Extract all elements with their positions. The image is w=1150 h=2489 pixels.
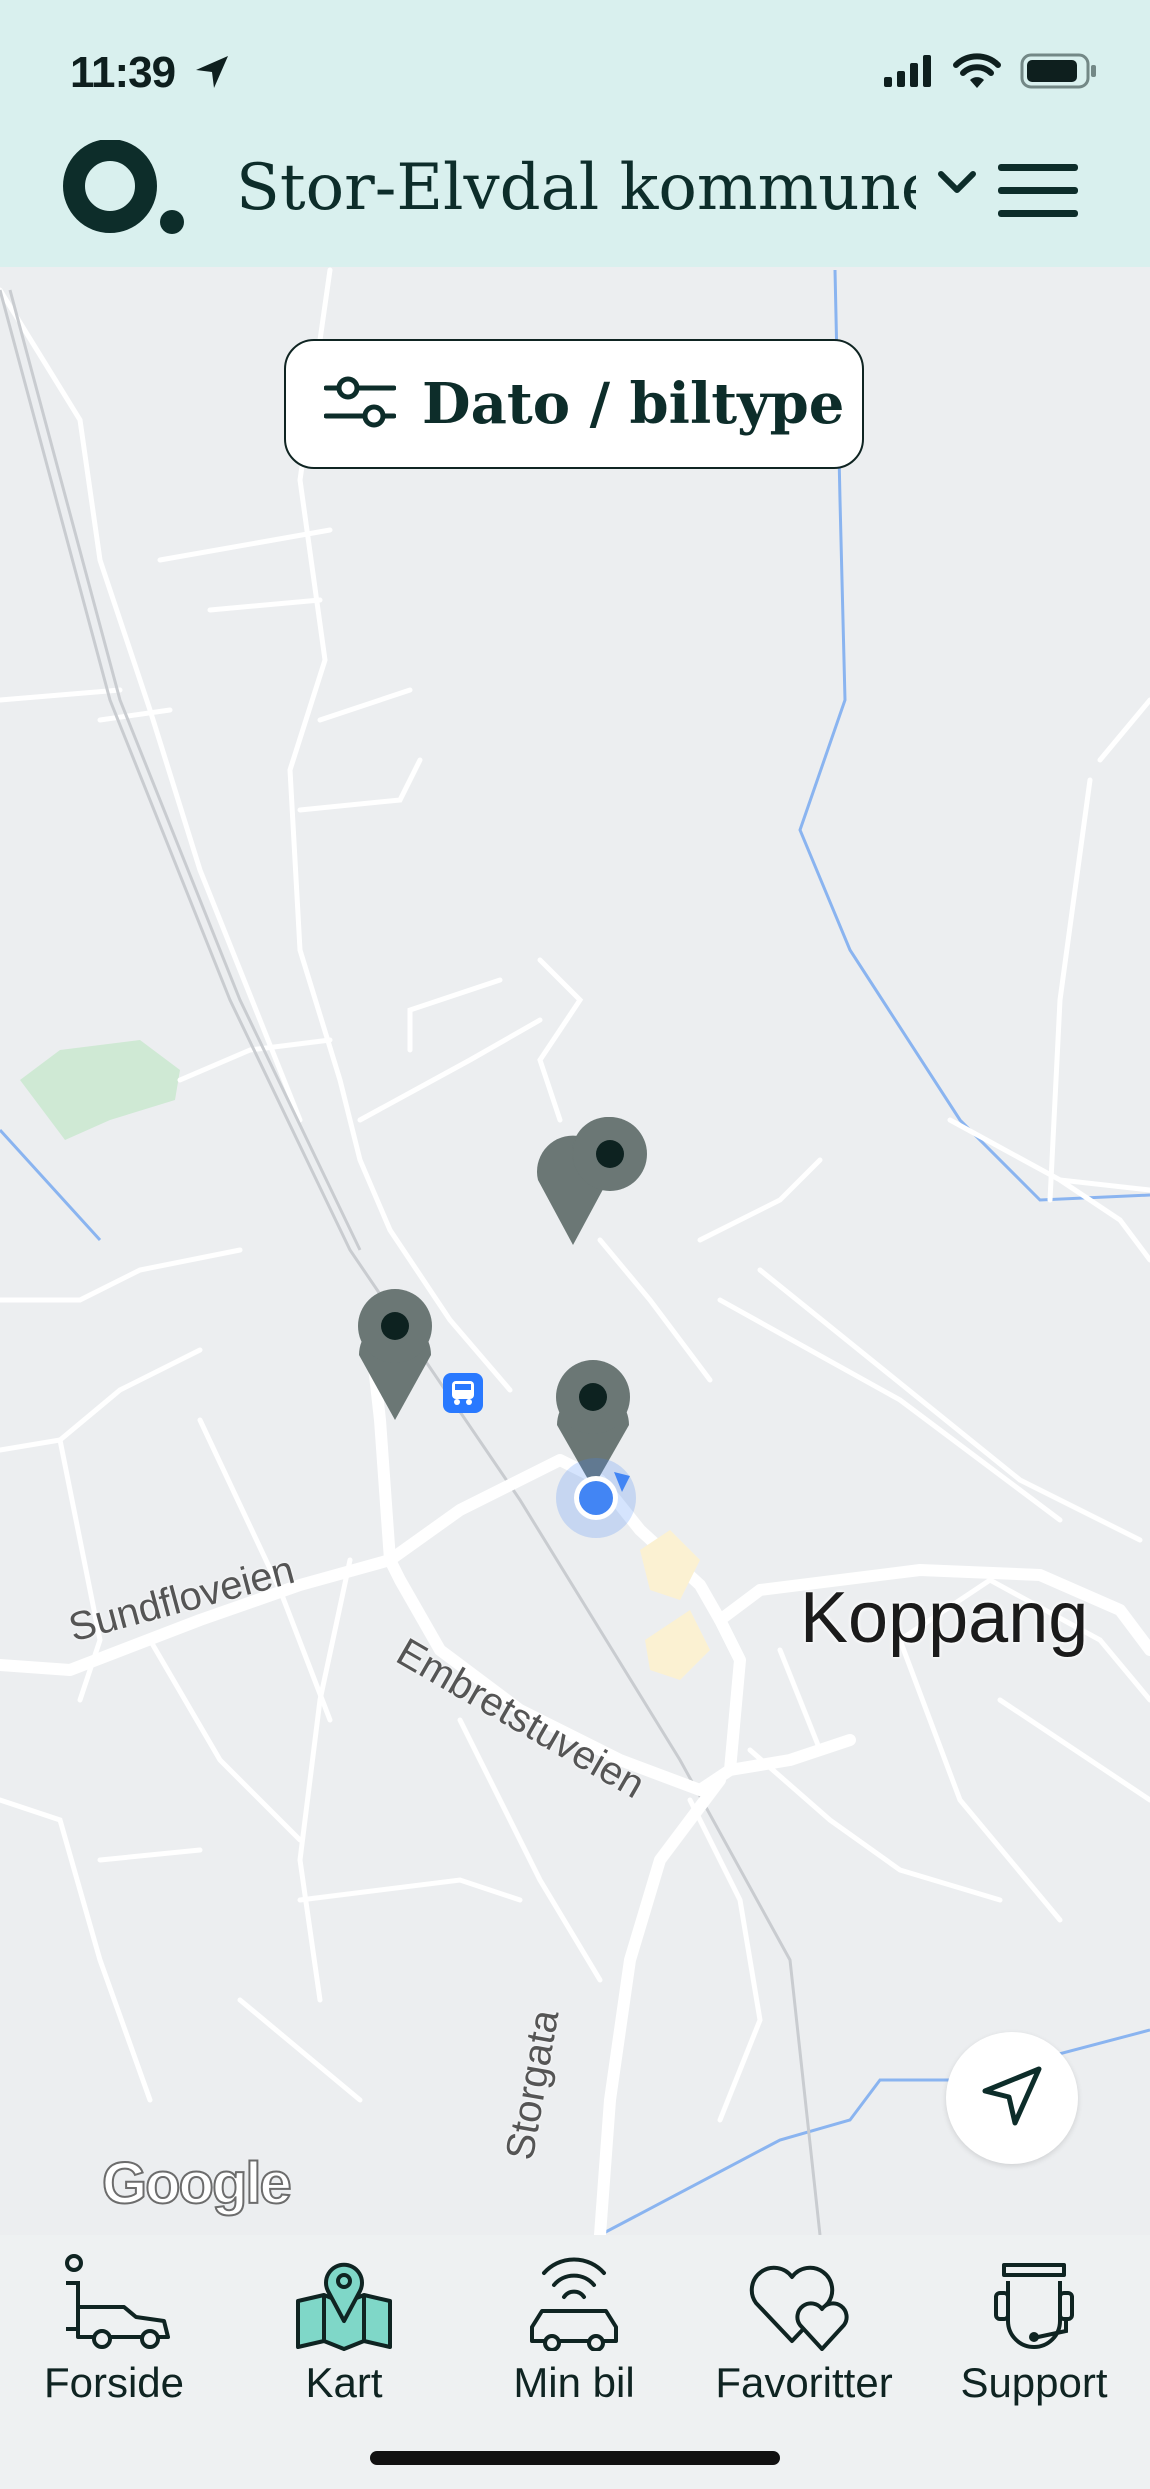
app-logo[interactable]: [60, 139, 190, 241]
my-location-button[interactable]: [946, 2032, 1078, 2164]
municipality-selector[interactable]: Stor-Elvdal kommune: [236, 148, 916, 228]
nav-item-kart[interactable]: Kart: [244, 2251, 444, 2431]
map-view[interactable]: Koppang Sundfloveien Embretstuveien Stor…: [0, 267, 1150, 2235]
chevron-down-icon[interactable]: [935, 168, 979, 203]
place-label-koppang: Koppang: [800, 1578, 1089, 1658]
car-pin-3-marker[interactable]: [556, 1360, 630, 1434]
home-car-icon: [65, 2254, 170, 2349]
connected-car-icon: [530, 2257, 618, 2351]
support-headset-icon: [994, 2263, 1074, 2349]
map-icon: [296, 2262, 392, 2351]
user-location-marker: [556, 1458, 636, 1538]
nav-label: Forside: [43, 2359, 185, 2406]
hearts-icon: [749, 2265, 849, 2351]
location-arrow-icon: [192, 52, 232, 97]
transit-station-icon[interactable]: [443, 1373, 483, 1413]
nav-label: Min bil: [513, 2359, 635, 2406]
filter-label: Dato / biltype: [422, 371, 845, 437]
nav-label: Support: [960, 2359, 1108, 2406]
hamburger-menu-icon[interactable]: [996, 160, 1080, 227]
pin-dot-icon: [381, 1312, 409, 1340]
status-icons: [882, 52, 1098, 90]
pin-dot-icon: [579, 1383, 607, 1411]
cellular-signal-icon: [884, 55, 931, 87]
nav-item-favoritter[interactable]: Favoritter: [704, 2251, 904, 2431]
pin-dot-icon: [596, 1140, 624, 1168]
nav-label: Kart: [305, 2359, 383, 2406]
wifi-icon: [953, 53, 1001, 88]
status-time: 11:39: [70, 48, 176, 97]
nav-item-min-bil[interactable]: Min bil: [474, 2251, 674, 2431]
app-header: 11:39 Stor-Elvdal kommune: [0, 0, 1150, 267]
car-pin-2-marker[interactable]: [358, 1289, 432, 1363]
car-pin-1-marker[interactable]: [573, 1117, 647, 1191]
google-attribution: Google: [101, 2150, 293, 2217]
nav-label: Favoritter: [715, 2359, 893, 2406]
sliders-filter-icon: [323, 374, 397, 435]
nav-item-forside[interactable]: Forside: [14, 2251, 214, 2431]
battery-icon: [1020, 53, 1096, 89]
nav-item-support[interactable]: Support: [934, 2251, 1134, 2431]
map-canvas[interactable]: [0, 267, 1150, 2235]
navigation-arrow-icon: [979, 2063, 1045, 2134]
date-cartype-filter-button[interactable]: Dato / biltype: [284, 339, 864, 469]
home-indicator: [370, 2451, 780, 2465]
